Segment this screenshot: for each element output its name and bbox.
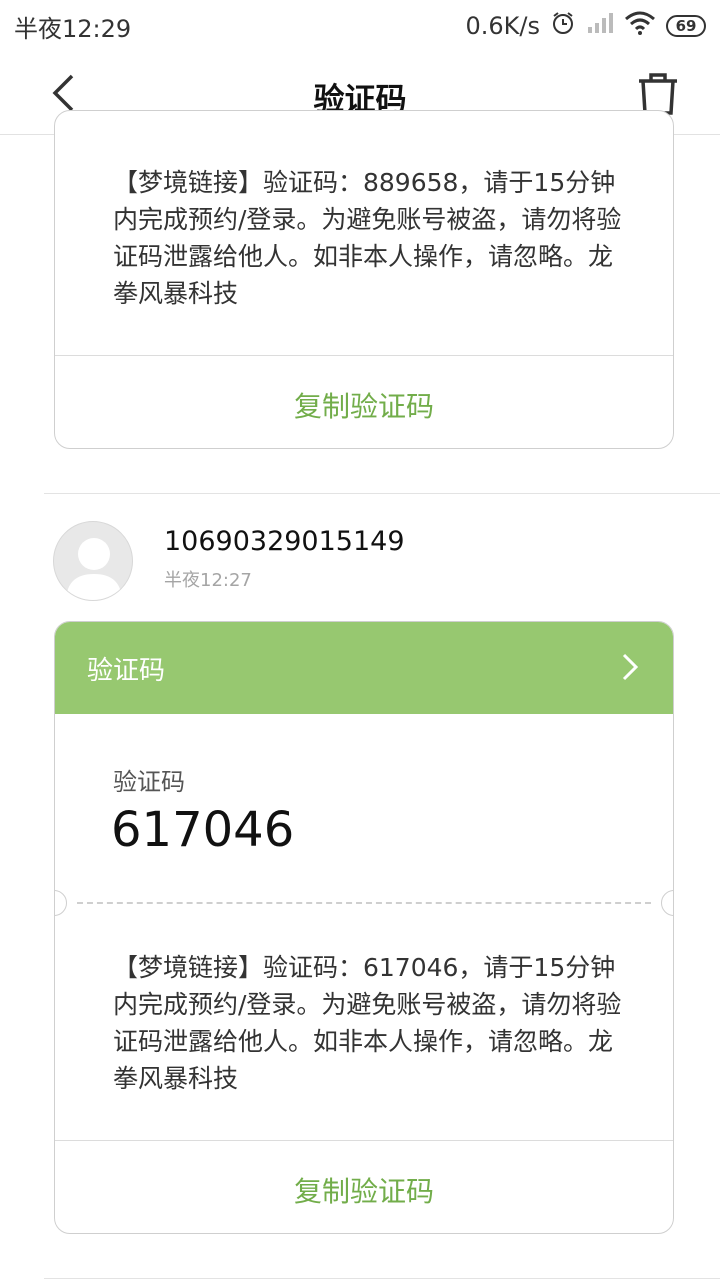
- ticket-notch-right: [661, 890, 673, 916]
- net-speed: 0.6K/s: [465, 12, 541, 40]
- message-card: 【梦境链接】验证码：889658，请于15分钟内完成预约/登录。为避免账号被盗，…: [54, 110, 674, 449]
- divider: [44, 1278, 720, 1279]
- default-avatar-icon: [66, 538, 122, 600]
- copy-code-button[interactable]: 复制验证码: [55, 1170, 673, 1210]
- status-icons: 0.6K/s 69: [465, 10, 706, 42]
- wifi-icon: [624, 11, 656, 41]
- verification-code: 617046: [111, 802, 295, 858]
- chevron-right-icon: [622, 653, 639, 681]
- sender-number: 10690329015149: [164, 526, 405, 557]
- verification-card: 验证码 验证码 617046 【梦境链接】验证码：617046，请于15分钟内完…: [54, 621, 674, 1234]
- message-time: 半夜12:27: [164, 570, 252, 591]
- divider: [55, 1140, 673, 1141]
- divider: [55, 355, 673, 356]
- status-time: 半夜12:29: [14, 14, 132, 43]
- avatar[interactable]: [53, 521, 133, 601]
- status-bar: 半夜12:29 0.6K/s 69: [0, 0, 720, 52]
- battery-icon: 69: [666, 15, 706, 37]
- battery-level: 69: [675, 17, 697, 35]
- message-body: 【梦境链接】验证码：889658，请于15分钟内完成预约/登录。为避免账号被盗，…: [113, 168, 622, 308]
- card-header[interactable]: 验证码: [55, 622, 673, 714]
- code-label: 验证码: [113, 768, 185, 796]
- card-title: 验证码: [87, 656, 166, 686]
- alarm-icon: [550, 10, 576, 42]
- ticket-notch-left: [55, 890, 67, 916]
- dashed-divider: [77, 902, 651, 904]
- copy-code-button[interactable]: 复制验证码: [55, 385, 673, 425]
- divider: [44, 493, 720, 494]
- message-body: 【梦境链接】验证码：617046，请于15分钟内完成预约/登录。为避免账号被盗，…: [113, 953, 622, 1093]
- signal-icon: [586, 11, 614, 41]
